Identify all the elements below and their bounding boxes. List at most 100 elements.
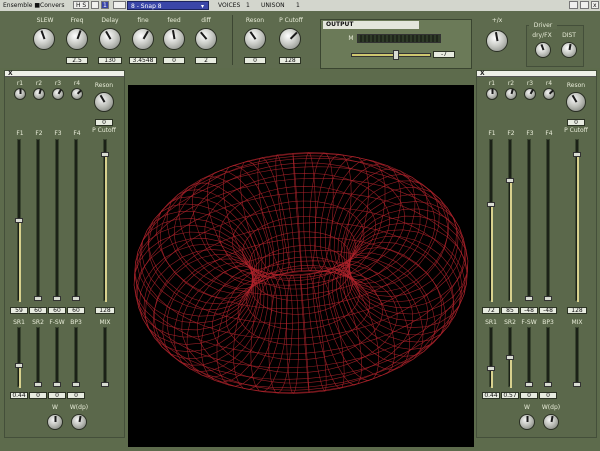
right-fader-3-thumb[interactable] [525,296,533,301]
freq-value[interactable]: 2.5 [66,57,88,64]
left-bottom-fader-4-track[interactable] [74,327,78,387]
left-bottom-fader-2-track[interactable] [36,327,40,387]
right-fader-value[interactable]: 85 [501,307,519,314]
left-fader-value[interactable]: 59 [10,307,28,314]
slew-knob[interactable] [33,28,55,50]
right-bottom-fader-2-thumb[interactable] [506,354,514,360]
left-fader-1-thumb[interactable] [15,217,23,223]
left-fader-2-thumb[interactable] [34,296,42,301]
right-bottom-fader-5-thumb[interactable] [573,382,581,387]
left-fader-4-thumb[interactable] [72,296,80,301]
left-bottom-fader-2-thumb[interactable] [34,382,42,387]
left-fader-2-track[interactable] [36,139,40,301]
right-mini-knob[interactable] [486,88,498,100]
feed-value[interactable]: 0 [163,57,185,64]
ensemble-name[interactable]: Ensemble ■Convers [3,0,65,11]
right-fader-1-track[interactable] [489,139,493,302]
right-fader-2-thumb[interactable] [506,178,514,184]
left-mini-knob[interactable] [33,88,45,100]
left-bottom-value[interactable]: 0 [29,392,47,399]
left-reson-value[interactable]: 0 [95,119,113,126]
snapshot-icon[interactable] [113,1,126,9]
right-bottom-value[interactable]: 0 [520,392,538,399]
right-bottom-value[interactable]: 0.44 [482,392,500,399]
left-bottom-value[interactable]: 0 [67,392,85,399]
right-bottom-fader-4-thumb[interactable] [544,382,552,387]
left-bottom-fader-5-track[interactable] [103,327,107,387]
delay-value[interactable]: 130 [98,57,122,64]
left-bottom-fader-1-thumb[interactable] [15,362,23,368]
left-fader-3-thumb[interactable] [53,296,61,301]
delay-knob[interactable] [99,28,121,50]
close-button[interactable]: x [591,1,599,9]
left-cutoff-value[interactable]: 128 [95,307,115,314]
left-fader-value[interactable]: 60 [29,307,47,314]
instrument-field[interactable]: H S [73,1,89,9]
snap-number[interactable]: 1 [101,1,109,9]
left-mini-knob[interactable] [14,88,26,100]
left-bottom-fader-4-thumb[interactable] [72,382,80,387]
left-bottom-fader-3-thumb[interactable] [53,382,61,387]
output-value[interactable]: -7 [433,51,455,58]
left-fader-value[interactable]: 60 [67,307,85,314]
right-fader-3-track[interactable] [527,139,531,301]
left-bottom-value[interactable]: 0 [48,392,66,399]
record-icon[interactable] [580,1,589,9]
left-fader-value[interactable]: 60 [48,307,66,314]
feed-knob[interactable] [163,28,185,50]
left-mini-knob[interactable] [71,88,83,100]
left-cutoff-fader-track[interactable] [103,139,107,302]
reson-value[interactable]: 0 [244,57,266,64]
left-bottom-fader-3-track[interactable] [55,327,59,387]
right-bottom-fader-1-thumb[interactable] [487,365,495,371]
reson-knob[interactable] [244,28,266,50]
left-cutoff-fader-thumb[interactable] [101,151,109,157]
diff-knob[interactable] [195,28,217,50]
left-bottom-fader-1-track[interactable] [17,327,21,388]
fine-knob[interactable] [132,28,154,50]
right-cutoff-fader-thumb[interactable] [573,151,581,157]
output-slider-thumb[interactable] [393,50,399,60]
dist-knob[interactable] [561,42,577,58]
pcutoff-knob[interactable] [279,28,301,50]
right-fader-4-thumb[interactable] [544,296,552,301]
freq-knob[interactable] [66,28,88,50]
right-fader-value[interactable]: 72 [482,307,500,314]
pcutoff-value[interactable]: 128 [279,57,301,64]
left-wdpl-knob[interactable] [71,414,87,430]
right-fader-4-track[interactable] [546,139,550,301]
right-cutoff-value[interactable]: 128 [567,307,587,314]
right-fader-1-thumb[interactable] [487,201,495,207]
right-cutoff-fader-track[interactable] [575,139,579,302]
left-fader-4-track[interactable] [74,139,78,301]
right-mini-knob[interactable] [543,88,555,100]
settings-icon[interactable] [569,1,578,9]
right-wdpl-knob[interactable] [543,414,559,430]
right-bottom-fader-5-track[interactable] [575,327,579,387]
snap-selector[interactable]: 8 - Snap 8 ▾ [127,1,209,10]
checkbox[interactable] [91,1,99,9]
right-bottom-fader-4-track[interactable] [546,327,550,387]
dryfx-knob[interactable] [535,42,551,58]
fine-value[interactable]: 3.4548 [129,57,157,64]
right-reson-knob[interactable] [566,92,586,112]
left-bottom-fader-5-thumb[interactable] [101,382,109,387]
right-mini-knob[interactable] [524,88,536,100]
voices-value[interactable]: 1 [246,0,250,11]
left-fader-3-track[interactable] [55,139,59,301]
right-bottom-value[interactable]: 0.57 [501,392,519,399]
right-fader-value[interactable]: -48 [520,307,538,314]
diff-value[interactable]: 2 [195,57,217,64]
unison-value[interactable]: 1 [296,0,300,11]
left-mini-knob[interactable] [52,88,64,100]
right-bottom-value[interactable]: 0 [539,392,557,399]
right-fader-value[interactable]: -48 [539,307,557,314]
output-slider-track[interactable] [351,53,431,57]
plusx-knob[interactable] [486,30,508,52]
right-bottom-fader-3-track[interactable] [527,327,531,387]
left-w-knob[interactable] [47,414,63,430]
right-fader-2-track[interactable] [508,139,512,302]
left-reson-knob[interactable] [94,92,114,112]
right-bottom-fader-1-track[interactable] [489,327,493,388]
right-bottom-fader-3-thumb[interactable] [525,382,533,387]
